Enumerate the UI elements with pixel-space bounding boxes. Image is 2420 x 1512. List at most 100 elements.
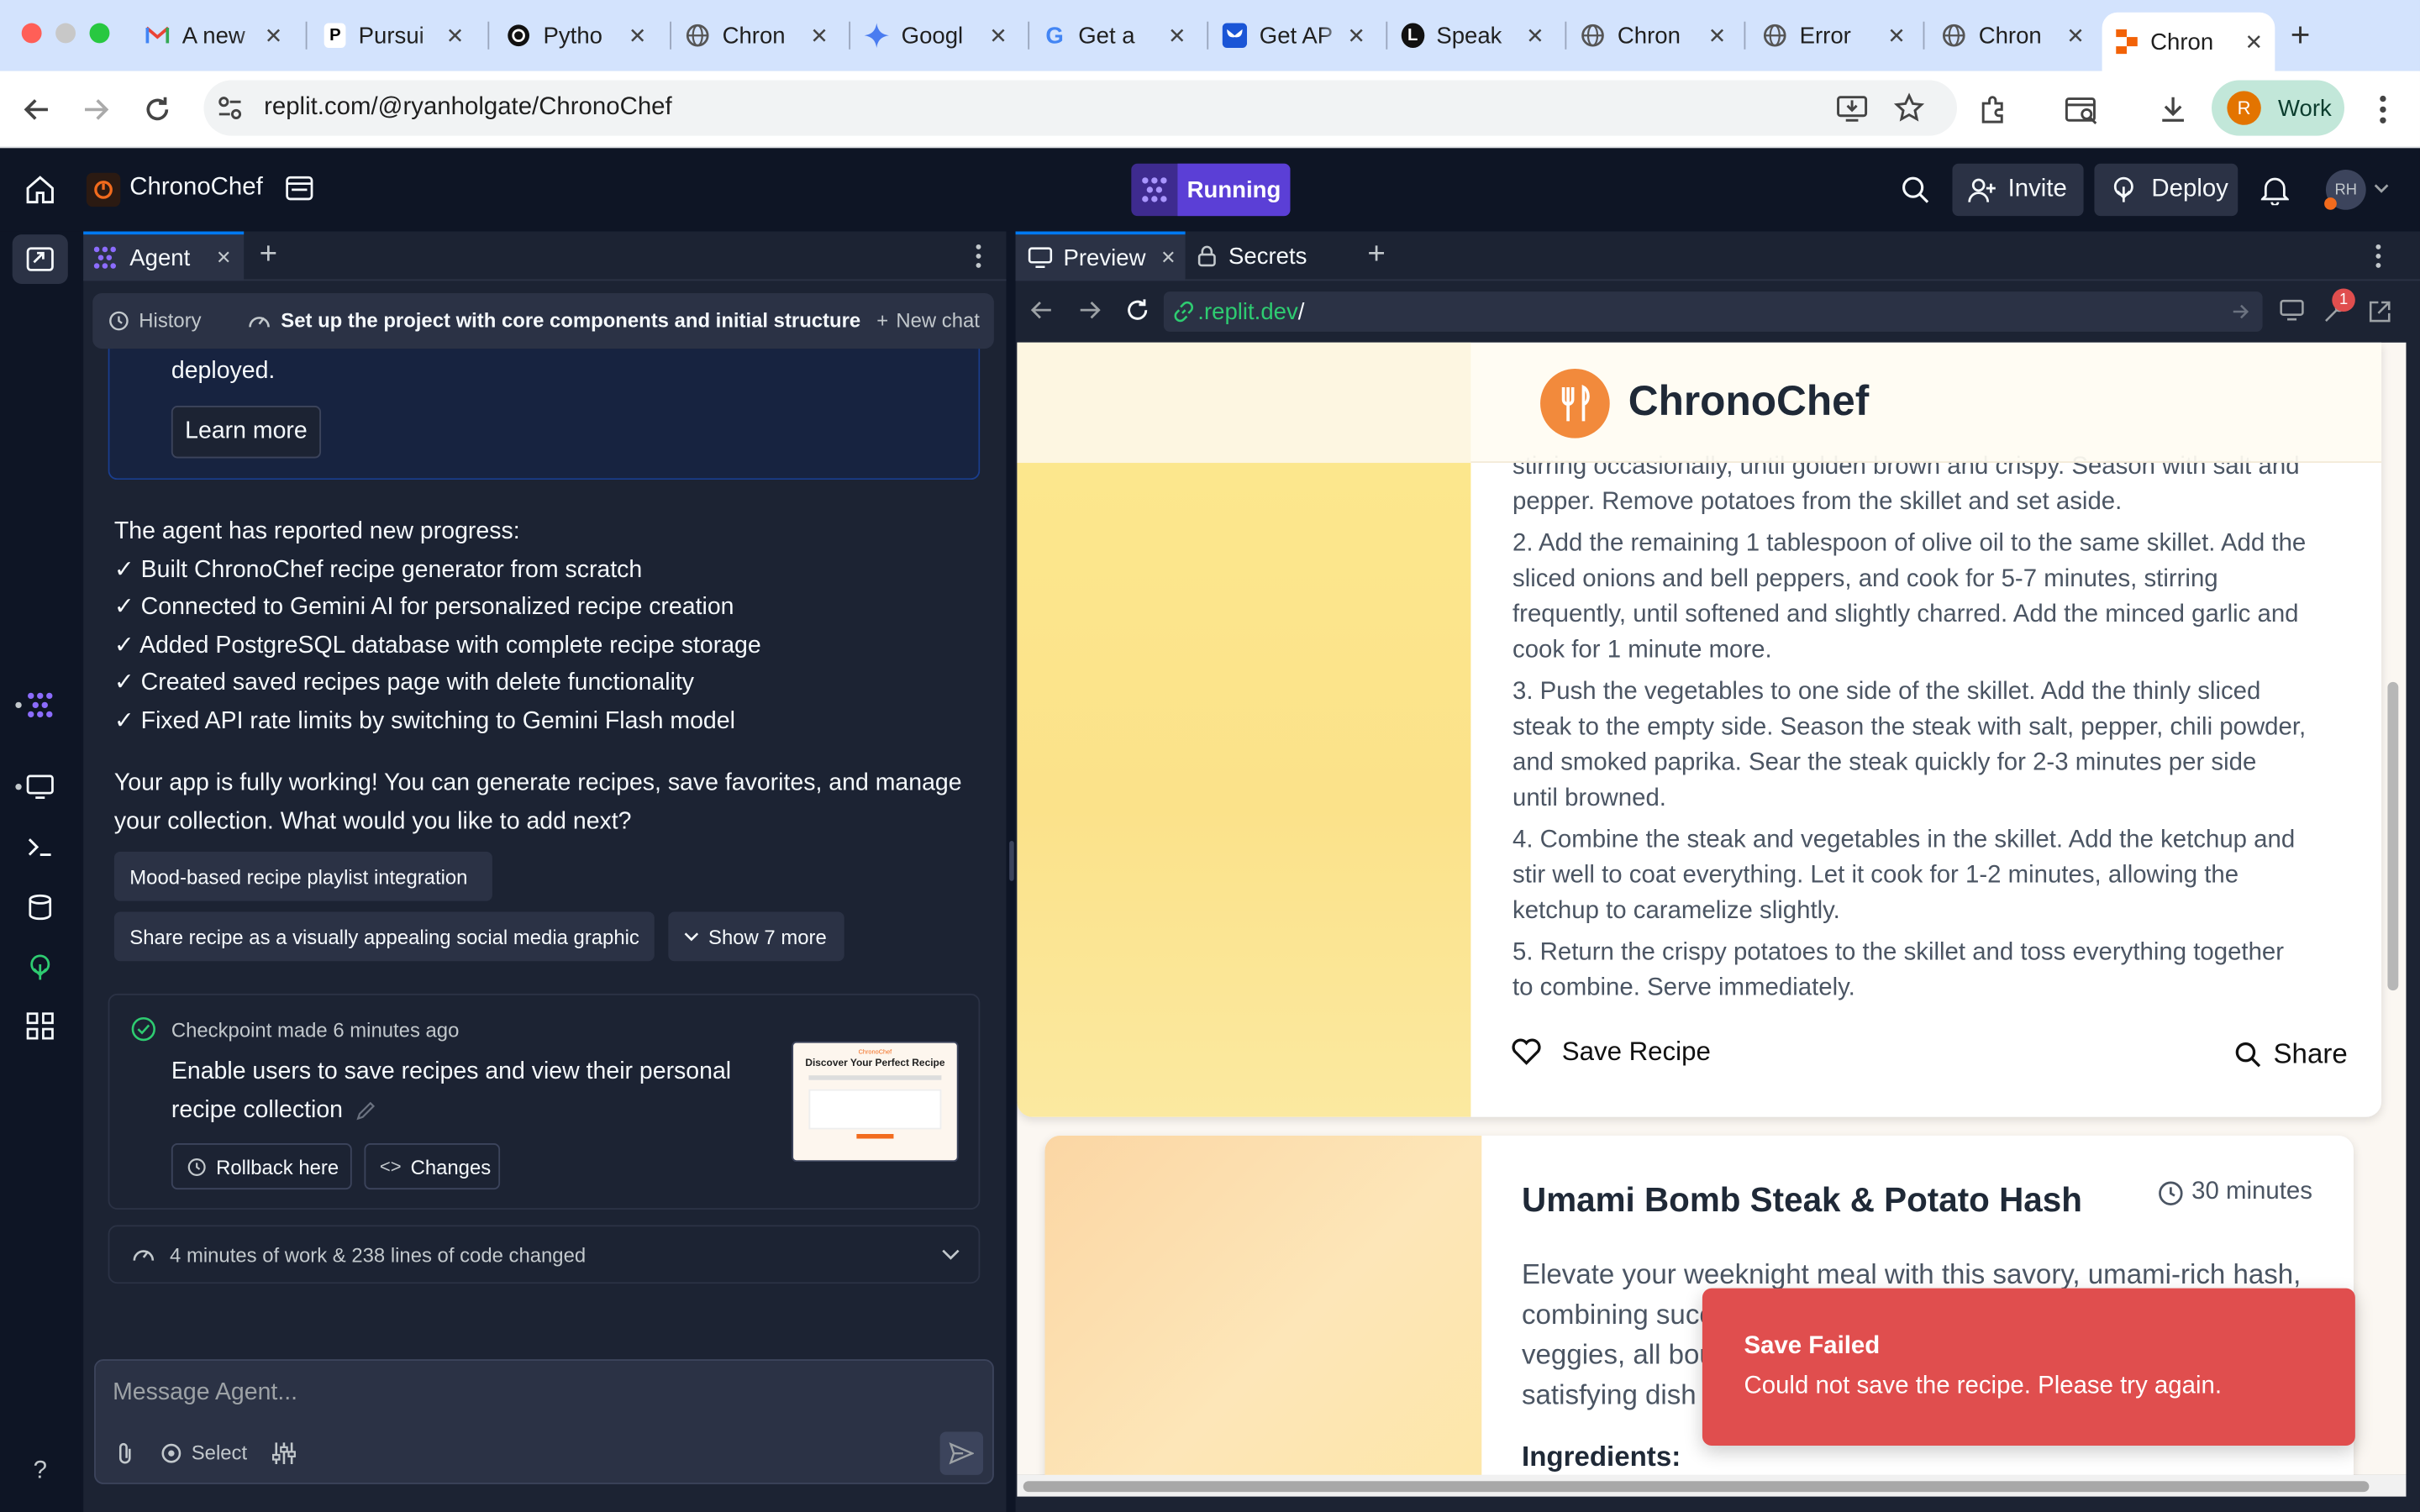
deployments-icon[interactable] [22, 949, 59, 986]
preview-url-bar[interactable]: .replit.dev / [1163, 291, 2263, 332]
rollback-button[interactable]: Rollback here [171, 1143, 352, 1190]
close-tab-icon[interactable]: ✕ [216, 247, 231, 269]
utensils-logo-icon[interactable] [1540, 368, 1610, 438]
attach-paperclip-icon[interactable] [114, 1441, 136, 1466]
forward-arrow-icon[interactable] [77, 91, 114, 128]
add-tab-icon[interactable]: + [1367, 238, 1385, 273]
close-tab-icon[interactable]: ✕ [1160, 247, 1176, 269]
install-app-icon[interactable] [1837, 94, 1868, 122]
new-chat-button[interactable]: + New chat [876, 308, 980, 332]
home-icon[interactable] [24, 175, 55, 206]
browser-tab[interactable]: Chron ✕ [673, 13, 839, 59]
search-icon[interactable] [1900, 175, 1931, 206]
history-button[interactable]: History [108, 308, 202, 332]
work-summary-row[interactable]: 4 minutes of work & 238 lines of code ch… [108, 1225, 981, 1284]
all-tools-grid-icon[interactable] [22, 1007, 59, 1044]
extensions-icon[interactable] [1975, 91, 2012, 128]
close-tab-icon[interactable]: ✕ [2065, 23, 2086, 49]
profile-button[interactable]: R Work [2212, 80, 2344, 136]
minimize-window-icon[interactable] [55, 23, 76, 44]
browser-tab[interactable]: Googl ✕ [852, 13, 1018, 59]
tab-search-icon[interactable] [2064, 91, 2101, 128]
horizontal-scrollbar[interactable] [1023, 1481, 2370, 1493]
browser-tab[interactable]: A new ✕ [133, 13, 293, 59]
run-status-button[interactable]: Running [1131, 163, 1291, 217]
message-agent-input[interactable]: Message Agent... [113, 1379, 297, 1407]
more-options-icon[interactable] [976, 244, 981, 268]
chat-title[interactable]: Set up the project with core components … [247, 308, 860, 332]
shell-icon[interactable] [22, 828, 59, 865]
pane-resize-handle[interactable] [1009, 841, 1014, 881]
download-icon[interactable] [2154, 91, 2191, 128]
zoom-window-icon[interactable] [89, 23, 110, 44]
chevron-down-icon[interactable] [2374, 182, 2389, 195]
tab-secrets[interactable]: Secrets [1186, 232, 1349, 281]
browser-tab[interactable]: Pytho ✕ [494, 13, 658, 59]
invite-button[interactable]: Invite [1952, 163, 2084, 217]
preview-reload-icon[interactable] [1125, 297, 1150, 322]
preview-forward-icon[interactable] [1079, 299, 1101, 321]
help-icon[interactable]: ? [22, 1453, 59, 1490]
add-user-icon [1968, 176, 1996, 203]
close-tab-icon[interactable]: ✕ [808, 23, 830, 49]
close-tab-icon[interactable]: ✕ [263, 23, 284, 49]
error-toast[interactable]: Save Failed Could not save the recipe. P… [1702, 1288, 2355, 1446]
close-window-icon[interactable] [21, 23, 42, 44]
tab-agent[interactable]: Agent ✕ [83, 231, 245, 281]
send-button[interactable] [939, 1431, 983, 1475]
agent-icon [92, 245, 117, 270]
share-button[interactable]: Share [2235, 1038, 2348, 1071]
deploy-button[interactable]: Deploy [2094, 163, 2238, 217]
learn-more-button[interactable]: Learn more [171, 406, 322, 459]
project-name[interactable]: ChronoChef [129, 175, 262, 202]
checkpoint-screenshot-thumbnail[interactable]: ChronoChef Discover Your Perfect Recipe [792, 1041, 959, 1163]
edit-pencil-icon[interactable] [355, 1100, 377, 1121]
suggestion-chip[interactable]: Share recipe as a visually appealing soc… [113, 911, 655, 962]
new-tab-icon[interactable]: + [2291, 15, 2311, 55]
close-tab-icon[interactable]: ✕ [444, 23, 466, 49]
close-tab-icon[interactable]: ✕ [2242, 29, 2265, 55]
back-arrow-icon[interactable] [18, 91, 55, 128]
more-options-icon[interactable] [2375, 244, 2381, 268]
browser-menu-icon[interactable] [2365, 91, 2402, 128]
close-tab-icon[interactable]: ✕ [987, 23, 1009, 49]
device-preview-icon[interactable] [2280, 299, 2304, 321]
browser-tab[interactable]: Error ✕ [1750, 13, 1917, 59]
vertical-scrollbar[interactable] [2387, 681, 2399, 991]
browser-tab[interactable]: P Pursui ✕ [312, 13, 476, 59]
close-tab-icon[interactable]: ✕ [1345, 23, 1367, 49]
notifications-bell-icon[interactable] [2260, 175, 2289, 206]
bookmark-star-icon[interactable] [1893, 92, 1925, 123]
select-element-button[interactable]: Select [160, 1441, 247, 1464]
close-tab-icon[interactable]: ✕ [1165, 23, 1188, 49]
close-tab-icon[interactable]: ✕ [1886, 23, 1907, 49]
database-icon[interactable] [22, 889, 59, 926]
tab-preview[interactable]: Preview ✕ [1015, 231, 1186, 281]
changes-button[interactable]: <> Changes [364, 1143, 501, 1190]
address-bar[interactable]: replit.com/@ryanholgate/ChronoChef [203, 80, 1957, 136]
app-brand-title[interactable]: ChronoChef [1628, 378, 1870, 426]
browser-tab[interactable]: Get AP ✕ [1210, 13, 1376, 59]
close-tab-icon[interactable]: ✕ [1524, 23, 1547, 49]
site-info-icon[interactable] [216, 94, 244, 122]
settings-sliders-icon[interactable] [271, 1441, 296, 1466]
browser-tab[interactable]: G Get a ✕ [1031, 13, 1197, 59]
agent-panel-icon[interactable] [22, 686, 59, 723]
suggestion-chip[interactable]: Mood-based recipe playlist integration [113, 851, 492, 901]
add-tab-icon[interactable]: + [260, 238, 277, 273]
browser-tab[interactable]: Chron ✕ [1929, 13, 2096, 59]
browser-tab[interactable]: L Speak ✕ [1389, 13, 1555, 59]
files-panel-icon[interactable] [22, 241, 59, 278]
webview-icon[interactable] [22, 769, 59, 806]
save-recipe-button[interactable]: Save Recipe [1511, 1037, 1711, 1068]
reload-icon[interactable] [139, 91, 176, 128]
browser-tab-active[interactable]: Chron ✕ [2102, 12, 2275, 71]
show-more-button[interactable]: Show 7 more [668, 911, 844, 962]
open-new-window-icon[interactable] [2368, 299, 2392, 323]
open-url-arrow-icon[interactable] [2232, 304, 2250, 319]
close-tab-icon[interactable]: ✕ [1706, 23, 1728, 49]
preview-back-icon[interactable] [1030, 299, 1053, 321]
project-files-icon[interactable] [286, 175, 313, 202]
browser-tab[interactable]: Chron ✕ [1568, 13, 1738, 59]
close-tab-icon[interactable]: ✕ [627, 23, 649, 49]
